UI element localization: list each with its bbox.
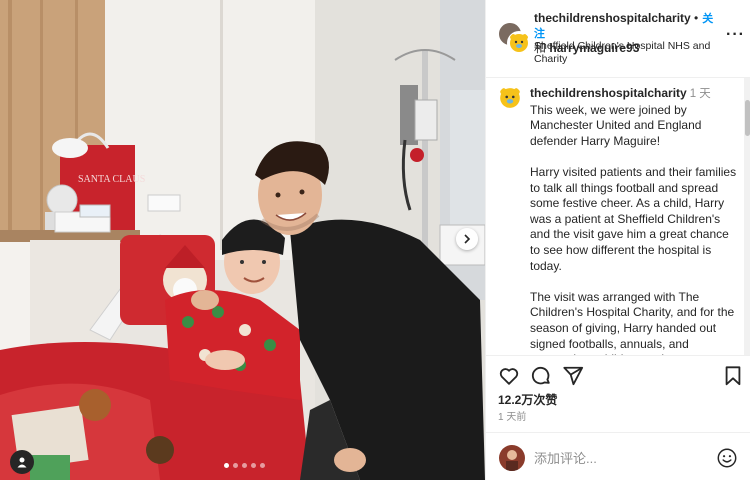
user-tag-icon <box>17 457 27 468</box>
location-link[interactable]: Sheffield Children's Hospital NHS and Ch… <box>534 40 724 66</box>
follow-dot: • <box>694 11 699 25</box>
caption-text: thechildrenshospitalcharity 1 天 This week… <box>530 86 742 355</box>
carousel-dot <box>224 463 229 468</box>
author-link-charity[interactable]: thechildrenshospitalcharity <box>534 11 691 25</box>
caption-paragraph: The visit was arranged with The Children… <box>530 289 735 355</box>
send-icon[interactable] <box>562 365 584 387</box>
post-age: 1 天前 <box>498 412 527 423</box>
post-photo[interactable]: SANTA CLAUS <box>0 0 485 480</box>
post-actions <box>486 362 750 390</box>
more-options-button[interactable]: ··· <box>726 26 745 44</box>
carousel-next-button[interactable] <box>456 228 478 250</box>
chevron-right-icon <box>464 234 471 244</box>
avatar-image <box>506 450 518 471</box>
carousel-dot <box>242 463 247 468</box>
scrollbar-thumb[interactable] <box>745 100 750 136</box>
caption-paragraph: This week, we were joined by Manchester … <box>530 102 702 148</box>
post-side-panel: thechildrenshospitalcharity • 关注 和 harrym… <box>485 0 750 480</box>
caption-paragraph: Harry visited patients and their familie… <box>530 164 737 273</box>
carousel-dots <box>224 463 265 468</box>
carousel-dot <box>260 463 265 468</box>
comment-input[interactable] <box>534 448 704 468</box>
caption-avatar[interactable] <box>498 86 522 110</box>
carousel-dot <box>233 463 238 468</box>
comment-bar <box>486 432 750 480</box>
heart-icon[interactable] <box>498 365 520 387</box>
like-count[interactable]: 12.2万次赞 <box>498 391 557 408</box>
bookmark-icon[interactable] <box>722 365 744 387</box>
charity-logo-icon <box>510 34 528 52</box>
caption-scrollbar[interactable] <box>744 78 750 355</box>
avatar-charity[interactable] <box>507 31 531 55</box>
emoji-icon[interactable] <box>716 447 738 469</box>
comment-icon[interactable] <box>530 365 552 387</box>
bag-text: SANTA CLAUS <box>78 174 145 185</box>
tagged-users-button[interactable] <box>10 450 34 474</box>
caption-time[interactable]: 1 天 <box>690 88 711 100</box>
hospital-visit-photo: SANTA CLAUS <box>0 0 485 480</box>
post-header: thechildrenshospitalcharity • 关注 和 harrym… <box>486 0 750 78</box>
caption-username[interactable]: thechildrenshospitalcharity <box>530 86 687 100</box>
current-user-avatar <box>499 445 525 471</box>
carousel-dot <box>251 463 256 468</box>
caption-scroll-area[interactable]: thechildrenshospitalcharity 1 天 This week… <box>486 78 750 356</box>
charity-logo-icon <box>500 88 520 108</box>
